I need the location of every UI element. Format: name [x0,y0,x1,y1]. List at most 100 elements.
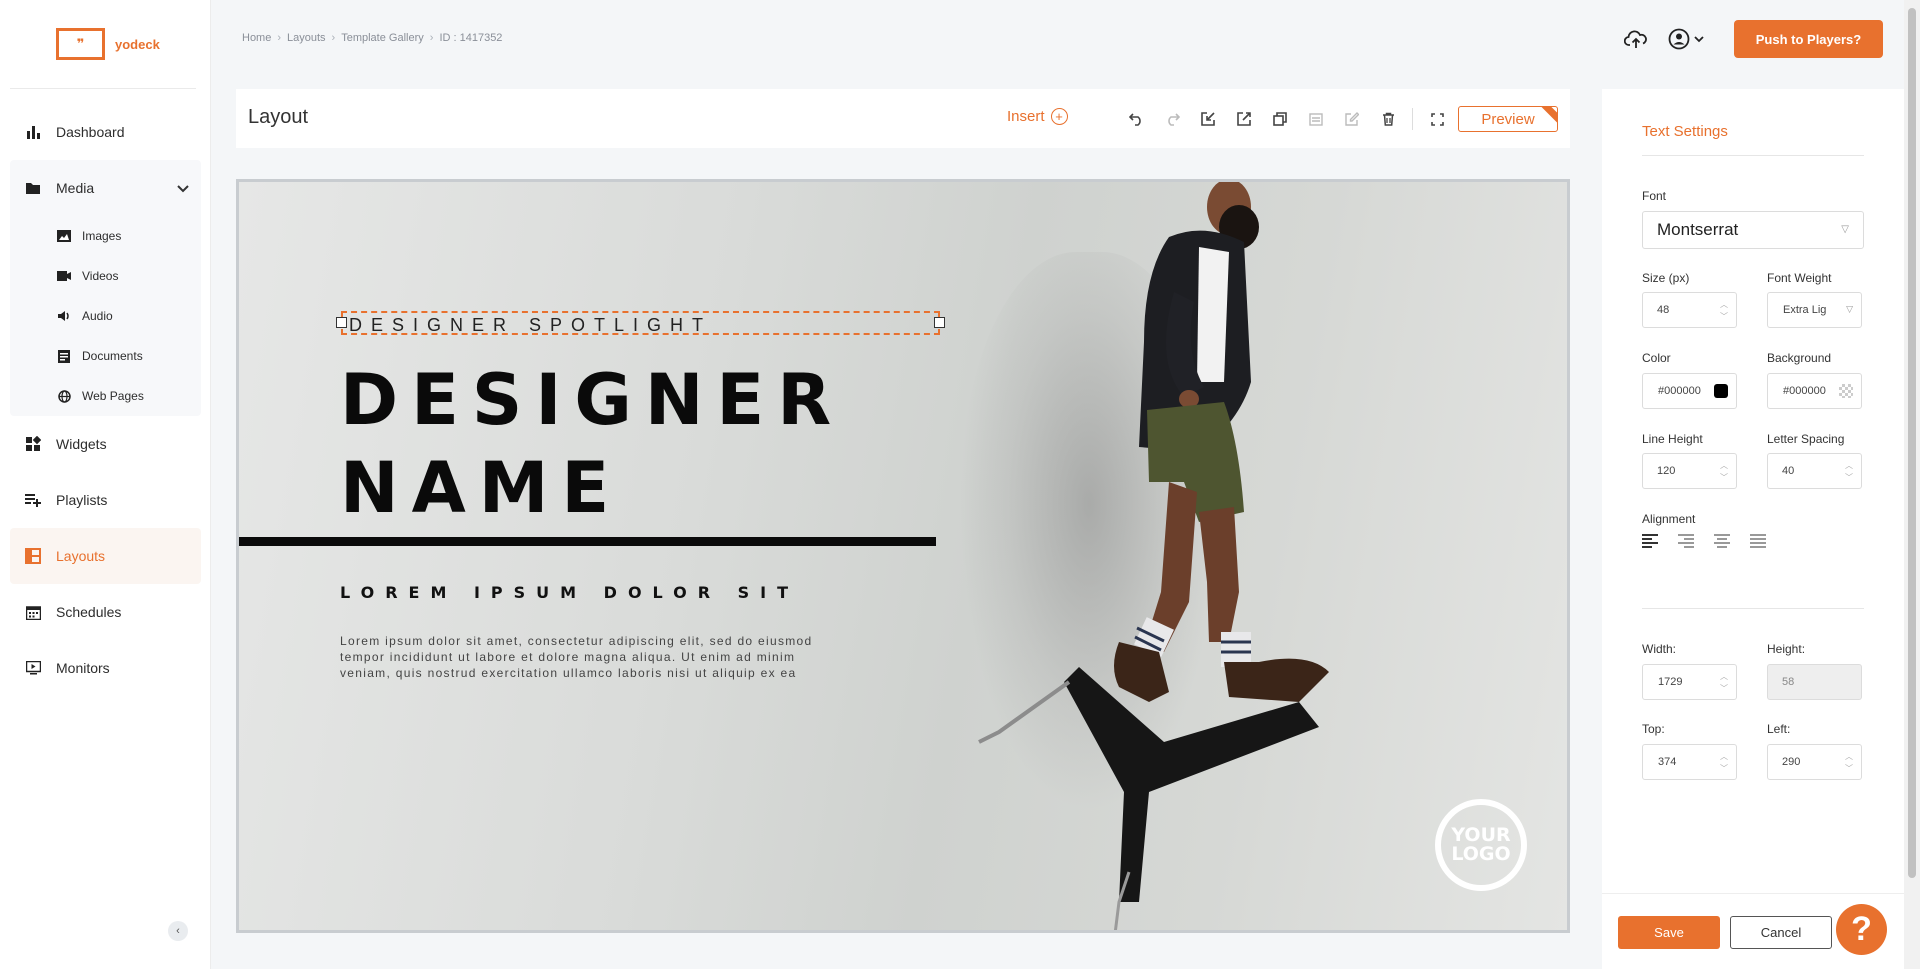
align-right-icon[interactable] [1678,534,1694,548]
logo-mark: ❞ [56,28,105,60]
sidebar-item-layouts[interactable]: Layouts [10,528,201,584]
kicker-text[interactable]: DESIGNER SPOTLIGHT [349,315,712,336]
sidebar-subitem-videos[interactable]: Videos [10,256,201,296]
sidebar-subitem-images[interactable]: Images [10,216,201,256]
color-swatch[interactable] [1714,384,1728,398]
scrollbar-thumb[interactable] [1908,8,1916,878]
breadcrumb-home[interactable]: Home [242,32,271,44]
paste-icon [1309,113,1323,126]
insert-button[interactable]: Insert + [1007,108,1068,125]
sidebar-subitem-label: Videos [82,269,119,283]
top-label: Top: [1642,722,1665,736]
push-to-players-button[interactable]: Push to Players? [1734,20,1883,58]
user-menu-button[interactable] [1666,25,1706,53]
font-label: Font [1642,189,1667,203]
sidebar-subitem-label: Web Pages [82,389,144,403]
alignment-label: Alignment [1642,512,1696,526]
top-value: 374 [1658,756,1677,768]
font-weight-label: Font Weight [1767,271,1832,285]
cancel-button[interactable]: Cancel [1730,916,1832,949]
edit-icon [1345,112,1359,126]
sidebar-subitem-audio[interactable]: Audio [10,296,201,336]
layout-canvas[interactable]: DESIGNER SPOTLIGHT DESIGNER NAME LOREM I… [236,179,1570,933]
font-size-input[interactable]: 48 ︿ ﹀ [1642,292,1737,328]
resize-handle-right[interactable] [934,317,945,328]
cloud-upload-icon [1624,30,1647,48]
import-icon [1201,112,1215,126]
align-left-icon[interactable] [1642,534,1658,548]
font-select[interactable]: Montserrat ▽ [1642,211,1864,249]
subheading-text[interactable]: LOREM IPSUM DOLOR SIT [340,583,799,602]
divider [1642,155,1864,156]
plus-circle-icon: + [1050,108,1068,125]
sidebar-subitem-label: Images [82,229,122,243]
video-icon [57,269,71,283]
stepper-icon[interactable]: ︿ ﹀ [1845,460,1853,484]
width-input[interactable]: 1729 ︿ ﹀ [1642,664,1737,700]
stepper-icon[interactable]: ︿ ﹀ [1720,460,1728,484]
color-input[interactable]: #000000 [1642,373,1737,409]
transparent-swatch-icon[interactable] [1839,384,1853,398]
stepper-icon[interactable]: ︿ ﹀ [1720,671,1728,695]
sidebar-item-label: Dashboard [56,124,125,140]
align-center-icon[interactable] [1714,534,1730,548]
save-button[interactable]: Save [1618,916,1720,949]
preview-button[interactable]: Preview [1458,106,1558,132]
breadcrumb-template-gallery[interactable]: Template Gallery [341,32,424,44]
sidebar-item-dashboard[interactable]: Dashboard [10,104,201,160]
upload-cloud-button[interactable] [1622,25,1650,53]
delete-button[interactable] [1370,108,1406,130]
fullscreen-button[interactable] [1419,108,1455,130]
line-height-input[interactable]: 120 ︿ ﹀ [1642,453,1737,489]
help-button[interactable]: ? [1836,904,1887,955]
sidebar-item-label: Schedules [56,604,122,620]
sidebar-item-playlists[interactable]: Playlists [10,472,201,528]
top-right-actions: Push to Players? [1622,20,1883,58]
headline-text[interactable]: DESIGNER NAME [340,356,844,532]
your-logo-placeholder[interactable]: YOUR LOGO [1435,799,1527,891]
duplicate-button[interactable] [1262,108,1298,130]
designer-photo[interactable] [239,182,1570,933]
font-weight-value: Extra Lig [1783,304,1827,316]
top-input[interactable]: 374 ︿ ﹀ [1642,744,1737,780]
sidebar-subitem-web-pages[interactable]: Web Pages [10,376,201,416]
fullscreen-icon [1430,112,1444,126]
media-group: Media Images Videos Audio Documents Web … [10,160,201,416]
align-justify-icon[interactable] [1750,534,1766,548]
folder-icon [24,179,42,197]
sidebar-item-monitors[interactable]: Monitors [10,640,201,696]
edit-button[interactable] [1334,108,1370,130]
export-button[interactable] [1226,108,1262,130]
divider-bar[interactable] [239,537,936,546]
page-scrollbar[interactable] [1904,0,1920,969]
collapse-sidebar-button[interactable]: ‹ [168,921,188,941]
beta-ribbon [1538,107,1557,126]
insert-label: Insert [1007,108,1045,125]
sidebar-item-widgets[interactable]: Widgets [10,416,201,472]
chevron-down-icon[interactable] [177,180,189,196]
redo-button[interactable] [1154,108,1190,130]
stepper-icon[interactable]: ︿ ﹀ [1720,299,1728,323]
calendar-icon [24,603,42,621]
sidebar-item-schedules[interactable]: Schedules [10,584,201,640]
undo-button[interactable] [1118,108,1154,130]
audio-icon [57,309,71,323]
stepper-icon[interactable]: ︿ ﹀ [1845,751,1853,775]
paste-button[interactable] [1298,108,1334,130]
sidebar-item-label: Widgets [56,436,107,452]
text-settings-panel: Text Settings Font Montserrat ▽ Size (px… [1602,89,1904,969]
yodeck-logo[interactable]: ❞ yodeck [56,28,160,60]
sidebar-item-media[interactable]: Media [10,160,201,216]
height-label: Height: [1767,642,1806,656]
left-input[interactable]: 290 ︿ ﹀ [1767,744,1862,780]
background-color-input[interactable]: #000000 [1767,373,1862,409]
import-button[interactable] [1190,108,1226,130]
stepper-icon[interactable]: ︿ ﹀ [1720,751,1728,775]
resize-handle-left[interactable] [336,317,347,328]
headline-line-2: NAME [340,447,623,529]
breadcrumb-layouts[interactable]: Layouts [287,32,326,44]
sidebar-subitem-documents[interactable]: Documents [10,336,201,376]
font-weight-select[interactable]: Extra Lig ▽ [1767,292,1862,328]
letter-spacing-input[interactable]: 40 ︿ ﹀ [1767,453,1862,489]
body-text[interactable]: Lorem ipsum dolor sit amet, consectetur … [340,633,920,681]
